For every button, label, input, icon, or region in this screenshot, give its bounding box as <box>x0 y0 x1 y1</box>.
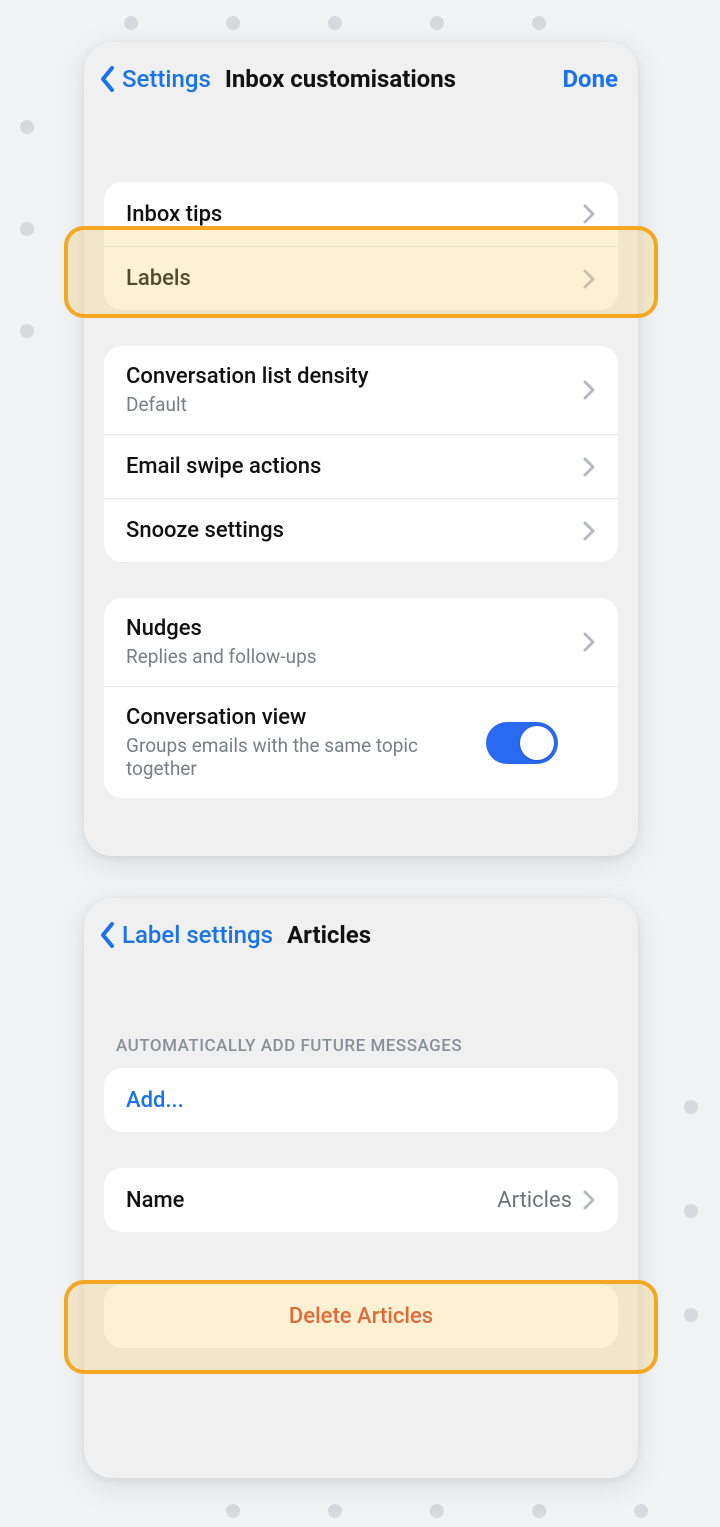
back-label-settings-link[interactable]: Label settings <box>122 921 273 949</box>
back-chevron-icon[interactable] <box>98 920 118 950</box>
group-name: Name Articles <box>104 1168 618 1232</box>
chevron-right-icon <box>582 268 596 290</box>
label-articles-panel: Label settings Articles AUTOMATICALLY AD… <box>84 898 638 1478</box>
inbox-customisations-panel: Settings Inbox customisations Done Inbox… <box>84 42 638 856</box>
row-title: Conversation list density <box>126 364 582 389</box>
row-conversation-view: Conversation view Groups emails with the… <box>104 686 618 798</box>
row-title: Nudges <box>126 616 582 641</box>
row-subtitle: Replies and follow-ups <box>126 645 582 668</box>
group-inbox-labels: Inbox tips Labels <box>104 182 618 310</box>
done-button[interactable]: Done <box>562 65 618 93</box>
panel1-header: Settings Inbox customisations Done <box>84 42 638 114</box>
group-list-settings: Conversation list density Default Email … <box>104 346 618 562</box>
add-label: Add... <box>126 1088 184 1113</box>
row-labels[interactable]: Labels <box>104 246 618 310</box>
conversation-view-toggle[interactable] <box>486 722 558 764</box>
row-subtitle: Groups emails with the same topic togeth… <box>126 734 486 780</box>
chevron-right-icon <box>582 379 596 401</box>
panel1-title: Inbox customisations <box>225 65 456 93</box>
row-name[interactable]: Name Articles <box>104 1168 618 1232</box>
chevron-right-icon <box>582 203 596 225</box>
group-add: Add... <box>104 1068 618 1132</box>
row-title: Email swipe actions <box>126 454 582 479</box>
row-density[interactable]: Conversation list density Default <box>104 346 618 434</box>
row-snooze-settings[interactable]: Snooze settings <box>104 498 618 562</box>
row-add[interactable]: Add... <box>104 1068 618 1132</box>
row-subtitle: Default <box>126 393 582 416</box>
chevron-right-icon <box>582 520 596 542</box>
row-title: Snooze settings <box>126 518 582 543</box>
row-title: Labels <box>126 266 582 291</box>
back-settings-link[interactable]: Settings <box>122 65 211 93</box>
row-title: Inbox tips <box>126 202 582 227</box>
delete-label: Delete Articles <box>289 1304 433 1329</box>
chevron-right-icon <box>582 631 596 653</box>
section-auto-add-label: AUTOMATICALLY ADD FUTURE MESSAGES <box>116 1036 608 1056</box>
chevron-right-icon <box>582 1189 596 1211</box>
group-delete: Delete Articles <box>104 1284 618 1348</box>
row-delete-articles[interactable]: Delete Articles <box>104 1284 618 1348</box>
toggle-knob <box>520 726 554 760</box>
row-title: Name <box>126 1188 497 1213</box>
row-nudges[interactable]: Nudges Replies and follow-ups <box>104 598 618 686</box>
row-swipe-actions[interactable]: Email swipe actions <box>104 434 618 498</box>
group-nudges-conversation: Nudges Replies and follow-ups Conversati… <box>104 598 618 798</box>
row-inbox-tips[interactable]: Inbox tips <box>104 182 618 246</box>
back-chevron-icon[interactable] <box>98 64 118 94</box>
panel2-header: Label settings Articles <box>84 898 638 970</box>
chevron-right-icon <box>582 456 596 478</box>
panel2-title: Articles <box>287 921 371 949</box>
row-title: Conversation view <box>126 705 486 730</box>
name-value: Articles <box>497 1188 572 1213</box>
